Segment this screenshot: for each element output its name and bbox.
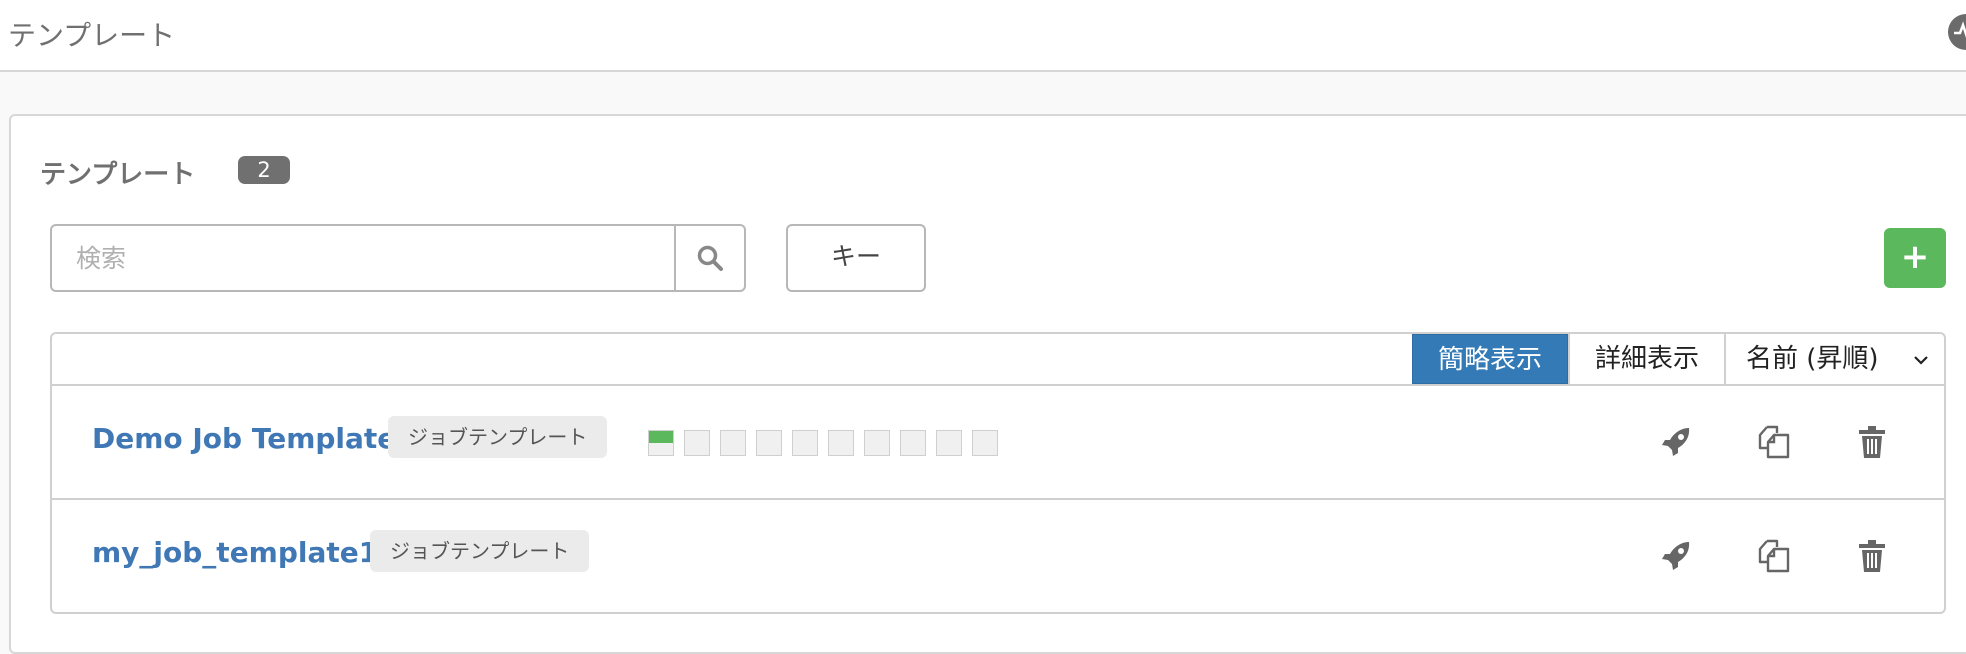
search-input[interactable] xyxy=(52,226,672,290)
list-item: my_job_template1 ジョブテンプレート xyxy=(52,500,1944,614)
list-item: Demo Job Template ジョブテンプレート xyxy=(52,386,1944,500)
activity-stream-icon[interactable] xyxy=(1948,14,1966,50)
add-button[interactable]: + xyxy=(1884,228,1946,288)
expanded-view-toggle[interactable]: 詳細表示 xyxy=(1568,334,1724,384)
sort-dropdown[interactable]: 名前 (昇順) xyxy=(1724,334,1944,384)
copy-button[interactable] xyxy=(1754,536,1794,576)
delete-button[interactable] xyxy=(1852,536,1892,576)
job-status-success[interactable] xyxy=(648,430,674,456)
job-status-empty xyxy=(720,430,746,456)
job-status-empty xyxy=(756,430,782,456)
template-type-badge: ジョブテンプレート xyxy=(370,530,590,572)
search-box xyxy=(50,224,746,292)
page-title: テンプレート xyxy=(8,19,176,52)
key-button[interactable]: キー xyxy=(786,224,926,292)
trash-icon xyxy=(1859,540,1885,572)
template-name-link[interactable]: Demo Job Template xyxy=(92,422,396,455)
top-bar: テンプレート xyxy=(0,0,1966,72)
compact-view-toggle[interactable]: 簡略表示 xyxy=(1412,334,1568,384)
launch-button[interactable] xyxy=(1656,536,1696,576)
job-status-empty xyxy=(864,430,890,456)
job-status-empty xyxy=(900,430,926,456)
search-icon xyxy=(697,245,723,271)
list-toolbar: 簡略表示 詳細表示 名前 (昇順) xyxy=(52,334,1944,386)
template-type-badge: ジョブテンプレート xyxy=(388,416,608,458)
rocket-icon xyxy=(1662,542,1690,570)
template-list: 簡略表示 詳細表示 名前 (昇順) Demo Job Template ジョブテ… xyxy=(50,332,1946,614)
trash-icon xyxy=(1859,426,1885,458)
copy-icon xyxy=(1758,539,1790,573)
launch-button[interactable] xyxy=(1656,422,1696,462)
job-status-empty xyxy=(936,430,962,456)
job-status-empty xyxy=(684,430,710,456)
rocket-icon xyxy=(1662,428,1690,456)
sort-label: 名前 (昇順) xyxy=(1746,344,1879,374)
panel-title: テンプレート xyxy=(40,160,196,190)
search-button[interactable] xyxy=(674,226,744,290)
job-status-empty xyxy=(792,430,818,456)
copy-button[interactable] xyxy=(1754,422,1794,462)
job-status-empty xyxy=(972,430,998,456)
count-badge: 2 xyxy=(238,156,290,184)
job-status-empty xyxy=(828,430,854,456)
delete-button[interactable] xyxy=(1852,422,1892,462)
template-name-link[interactable]: my_job_template1 xyxy=(92,536,378,569)
copy-icon xyxy=(1758,425,1790,459)
chevron-down-icon xyxy=(1914,356,1928,365)
